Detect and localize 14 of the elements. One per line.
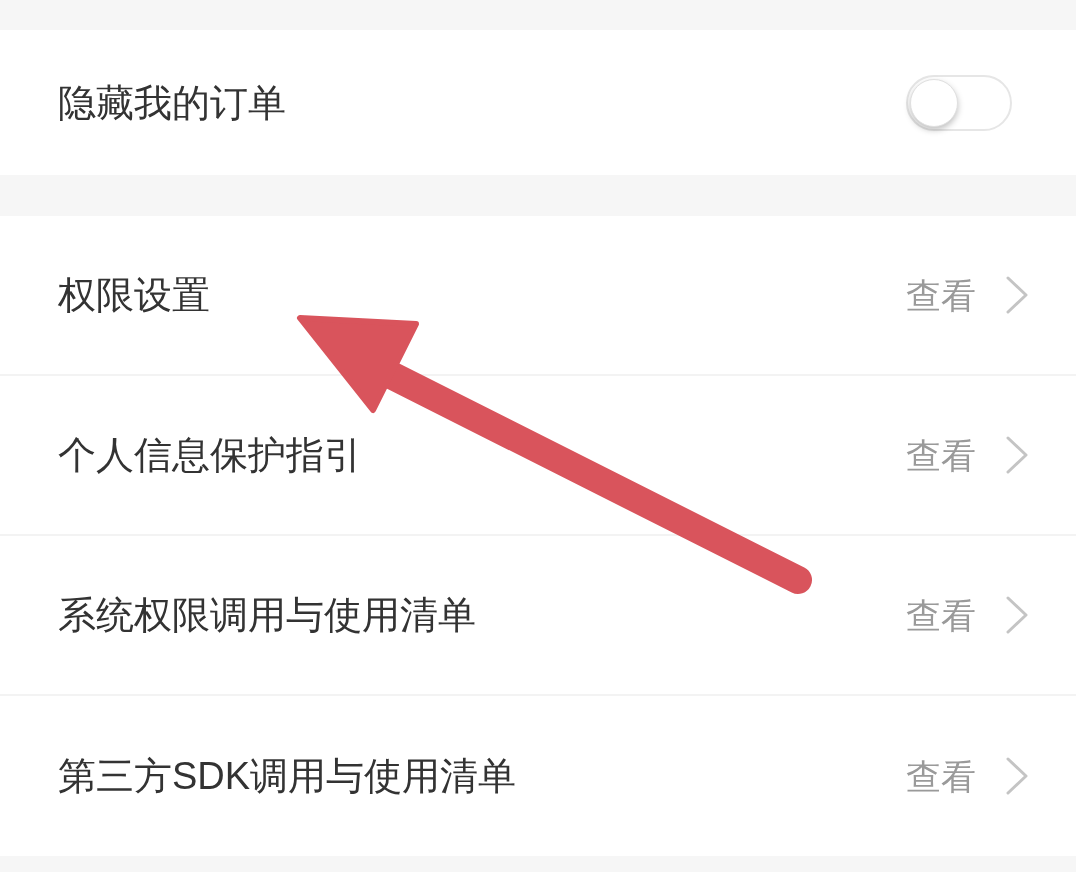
setting-label: 权限设置: [58, 276, 210, 314]
view-link[interactable]: 查看: [906, 597, 976, 633]
view-link[interactable]: 查看: [906, 277, 976, 313]
setting-label: 系统权限调用与使用清单: [58, 596, 476, 634]
setting-label: 第三方SDK调用与使用清单: [58, 757, 517, 795]
view-link[interactable]: 查看: [906, 437, 976, 473]
chevron-right-icon: [1006, 436, 1028, 474]
toggle-switch[interactable]: [906, 74, 1012, 131]
setting-label: 个人信息保护指引: [58, 436, 362, 474]
chevron-right-icon: [1006, 757, 1028, 795]
chevron-right-icon: [1006, 596, 1028, 634]
view-link[interactable]: 查看: [906, 758, 976, 794]
chevron-right-icon: [1006, 276, 1028, 314]
setting-label: 隐藏我的订单: [58, 83, 286, 122]
